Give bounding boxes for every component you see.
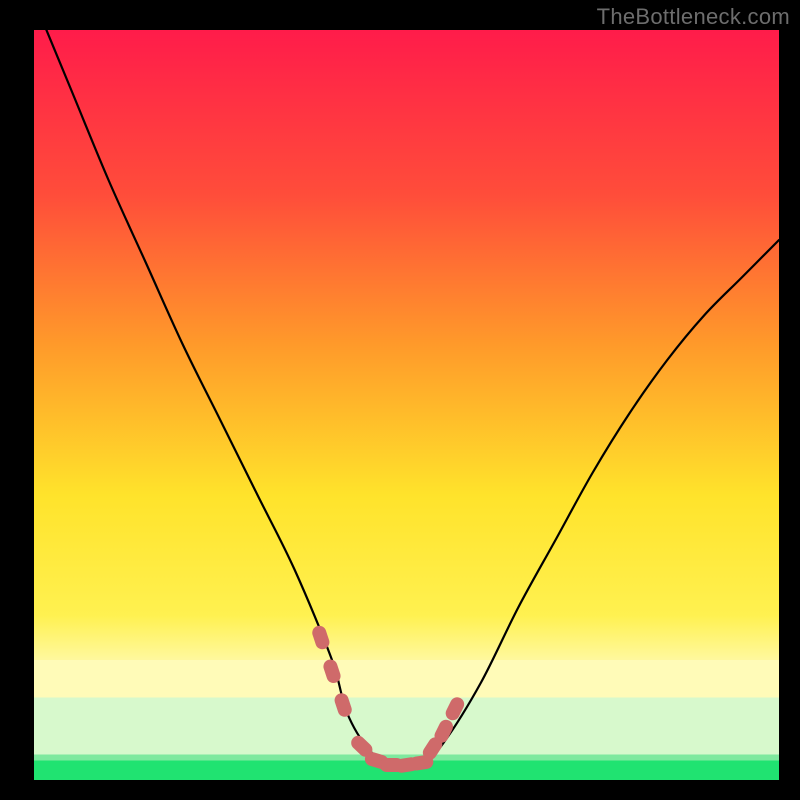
valley-marker-dot	[453, 704, 457, 713]
valley-marker-dot	[358, 743, 365, 750]
plot-area	[34, 30, 779, 780]
valley-marker-dot	[430, 744, 435, 752]
valley-marker-dot	[330, 667, 333, 676]
valley-marker-dot	[416, 762, 426, 763]
valley-marker-dot	[372, 759, 382, 762]
watermark-label: TheBottleneck.com	[597, 4, 790, 30]
valley-marker-dot	[342, 700, 345, 709]
valley-marker-dot	[319, 633, 322, 642]
pale-yellow-band	[34, 660, 779, 698]
valley-marker-dot	[442, 727, 446, 736]
chart-stage: TheBottleneck.com	[0, 0, 800, 800]
plot-svg	[34, 30, 779, 780]
pale-green-band	[34, 698, 779, 758]
